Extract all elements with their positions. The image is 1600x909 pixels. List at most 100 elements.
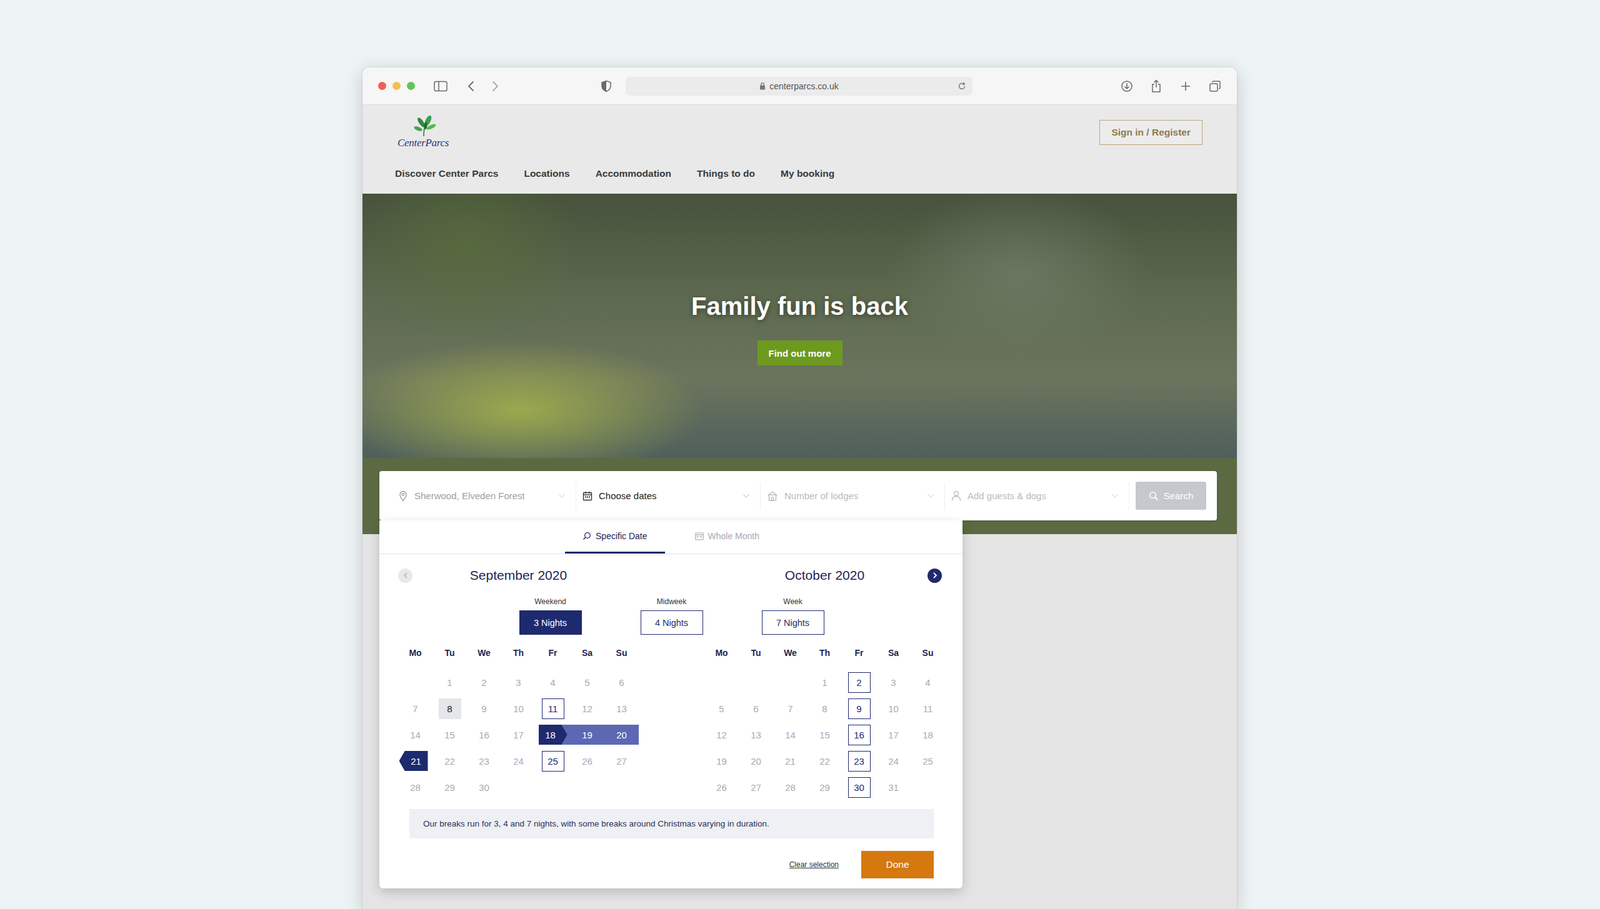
calendar-day: 19 — [704, 748, 739, 775]
tab-label: Whole Month — [708, 531, 760, 542]
day-number: 14 — [404, 725, 427, 746]
nav-item[interactable]: My booking — [780, 167, 835, 180]
day-number: 20 — [604, 725, 639, 745]
calendar-day[interactable]: 21 — [398, 748, 433, 775]
guests-field[interactable]: Add guests & dogs — [945, 482, 1130, 510]
next-month-button[interactable] — [927, 568, 942, 584]
clear-selection-link[interactable]: Clear selection — [789, 860, 839, 870]
url-text: centerparcs.co.uk — [769, 81, 839, 92]
duration-option: Midweek 4 Nights — [640, 596, 704, 635]
sign-in-button[interactable]: Sign in / Register — [1099, 120, 1203, 145]
calendar-day: 2 — [466, 669, 502, 696]
duration-button[interactable]: 4 Nights — [640, 610, 704, 635]
field-text: Number of lodges — [784, 490, 859, 502]
calendar-day[interactable]: 16 — [841, 721, 877, 749]
dates-field[interactable]: Choose dates — [576, 482, 761, 510]
header-top-row: CenterParcs Sign in / Register — [395, 112, 1203, 153]
calendar-day[interactable]: 19 — [570, 721, 605, 749]
hero-title: Family fun is back — [691, 291, 909, 322]
calendar-day[interactable]: 11 — [535, 695, 570, 722]
duration-group: Week — [783, 596, 802, 607]
duration-group: Midweek — [656, 596, 687, 607]
day-number: 18 — [538, 725, 568, 745]
new-tab-icon[interactable] — [1179, 80, 1192, 93]
forward-icon[interactable] — [490, 80, 500, 92]
day-number: 30 — [473, 777, 496, 799]
calendar-day: 7 — [398, 695, 433, 722]
back-icon[interactable] — [466, 80, 477, 92]
nav-item[interactable]: Things to do — [696, 167, 755, 180]
search-icon — [582, 531, 592, 541]
calendar-day: 1 — [432, 669, 467, 696]
download-icon[interactable] — [1120, 80, 1134, 93]
location-field[interactable]: Sherwood, Elveden Forest — [391, 482, 577, 510]
minimize-button[interactable] — [392, 81, 401, 90]
calendar-day: 12 — [570, 695, 605, 722]
calendar-day: 16 — [466, 721, 502, 749]
reload-icon[interactable] — [957, 81, 967, 91]
day-number: 15 — [438, 725, 462, 746]
nav-item[interactable]: Locations — [523, 167, 570, 180]
calendar-day[interactable]: 8 — [432, 695, 467, 722]
duration-button[interactable]: 3 Nights — [519, 610, 582, 635]
calendar-day[interactable]: 18 — [535, 721, 570, 749]
chevron-down-icon — [558, 493, 566, 499]
field-text: Sherwood, Elveden Forest — [414, 490, 525, 502]
day-number: 18 — [916, 725, 940, 746]
day-number: 27 — [745, 777, 768, 799]
done-button[interactable]: Done — [861, 851, 934, 879]
date-picker: Specific DateWhole MonthSeptember 2020Oc… — [379, 520, 963, 889]
day-number: 16 — [848, 725, 871, 746]
logo-text: CenterParcs — [397, 136, 449, 150]
day-number: 3 — [882, 672, 905, 694]
month-header: October 2020 — [704, 566, 945, 585]
privacy-shield-icon[interactable] — [600, 80, 612, 93]
calendar-day[interactable]: 20 — [604, 721, 639, 749]
center-parcs-logo[interactable]: CenterParcs — [395, 115, 452, 150]
lodge-icon — [766, 491, 779, 502]
day-number: 11 — [916, 698, 940, 720]
calendar-icon — [695, 531, 704, 541]
calendar-day: 7 — [773, 695, 808, 722]
calendar-day: 30 — [466, 774, 502, 801]
month-title: October 2020 — [721, 568, 928, 584]
day-number: 15 — [813, 725, 837, 746]
search-button[interactable]: Search — [1135, 481, 1207, 510]
lodges-field[interactable]: Number of lodges — [760, 482, 945, 510]
chevron-down-icon — [926, 493, 935, 499]
day-number: 31 — [882, 777, 905, 799]
location-pin-icon — [398, 490, 409, 502]
nav-item[interactable]: Accommodation — [595, 167, 672, 180]
weekday-label: Mo — [704, 646, 739, 660]
picker-tab[interactable]: Specific Date — [565, 520, 665, 554]
calendar-day[interactable]: 23 — [841, 748, 877, 775]
find-out-more-button[interactable]: Find out more — [757, 340, 843, 366]
address-bar[interactable]: centerparcs.co.uk — [625, 76, 973, 96]
hero-banner: Family fun is back Find out more — [362, 193, 1237, 459]
nav-item[interactable]: Discover Center Parcs — [395, 167, 499, 180]
calendar-day[interactable]: 2 — [841, 669, 877, 696]
sidebar-icon[interactable] — [433, 80, 448, 92]
calendar-day[interactable]: 30 — [841, 774, 877, 801]
zoom-button[interactable] — [406, 81, 415, 90]
share-icon[interactable] — [1150, 79, 1163, 94]
duration-option: Week 7 Nights — [761, 596, 825, 635]
day-number: 23 — [848, 751, 871, 772]
calendar-day[interactable]: 9 — [841, 695, 877, 722]
previous-month-button[interactable] — [398, 568, 413, 584]
close-button[interactable] — [378, 81, 387, 90]
day-number: 8 — [438, 698, 462, 720]
day-number: 16 — [473, 725, 496, 746]
calendar-day[interactable]: 25 — [535, 748, 570, 775]
picker-tab[interactable]: Whole Month — [677, 520, 777, 554]
calendar-day: 21 — [773, 748, 808, 775]
calendar-day: 5 — [570, 669, 605, 696]
day-number: 2 — [473, 672, 496, 694]
day-number: 9 — [473, 698, 496, 720]
calendar-day: 22 — [807, 748, 842, 775]
duration-button[interactable]: 7 Nights — [761, 610, 825, 635]
tabs-overview-icon[interactable] — [1208, 80, 1222, 93]
calendar-day: 4 — [910, 669, 945, 696]
person-icon — [951, 490, 962, 502]
calendar-day: 10 — [876, 695, 911, 722]
